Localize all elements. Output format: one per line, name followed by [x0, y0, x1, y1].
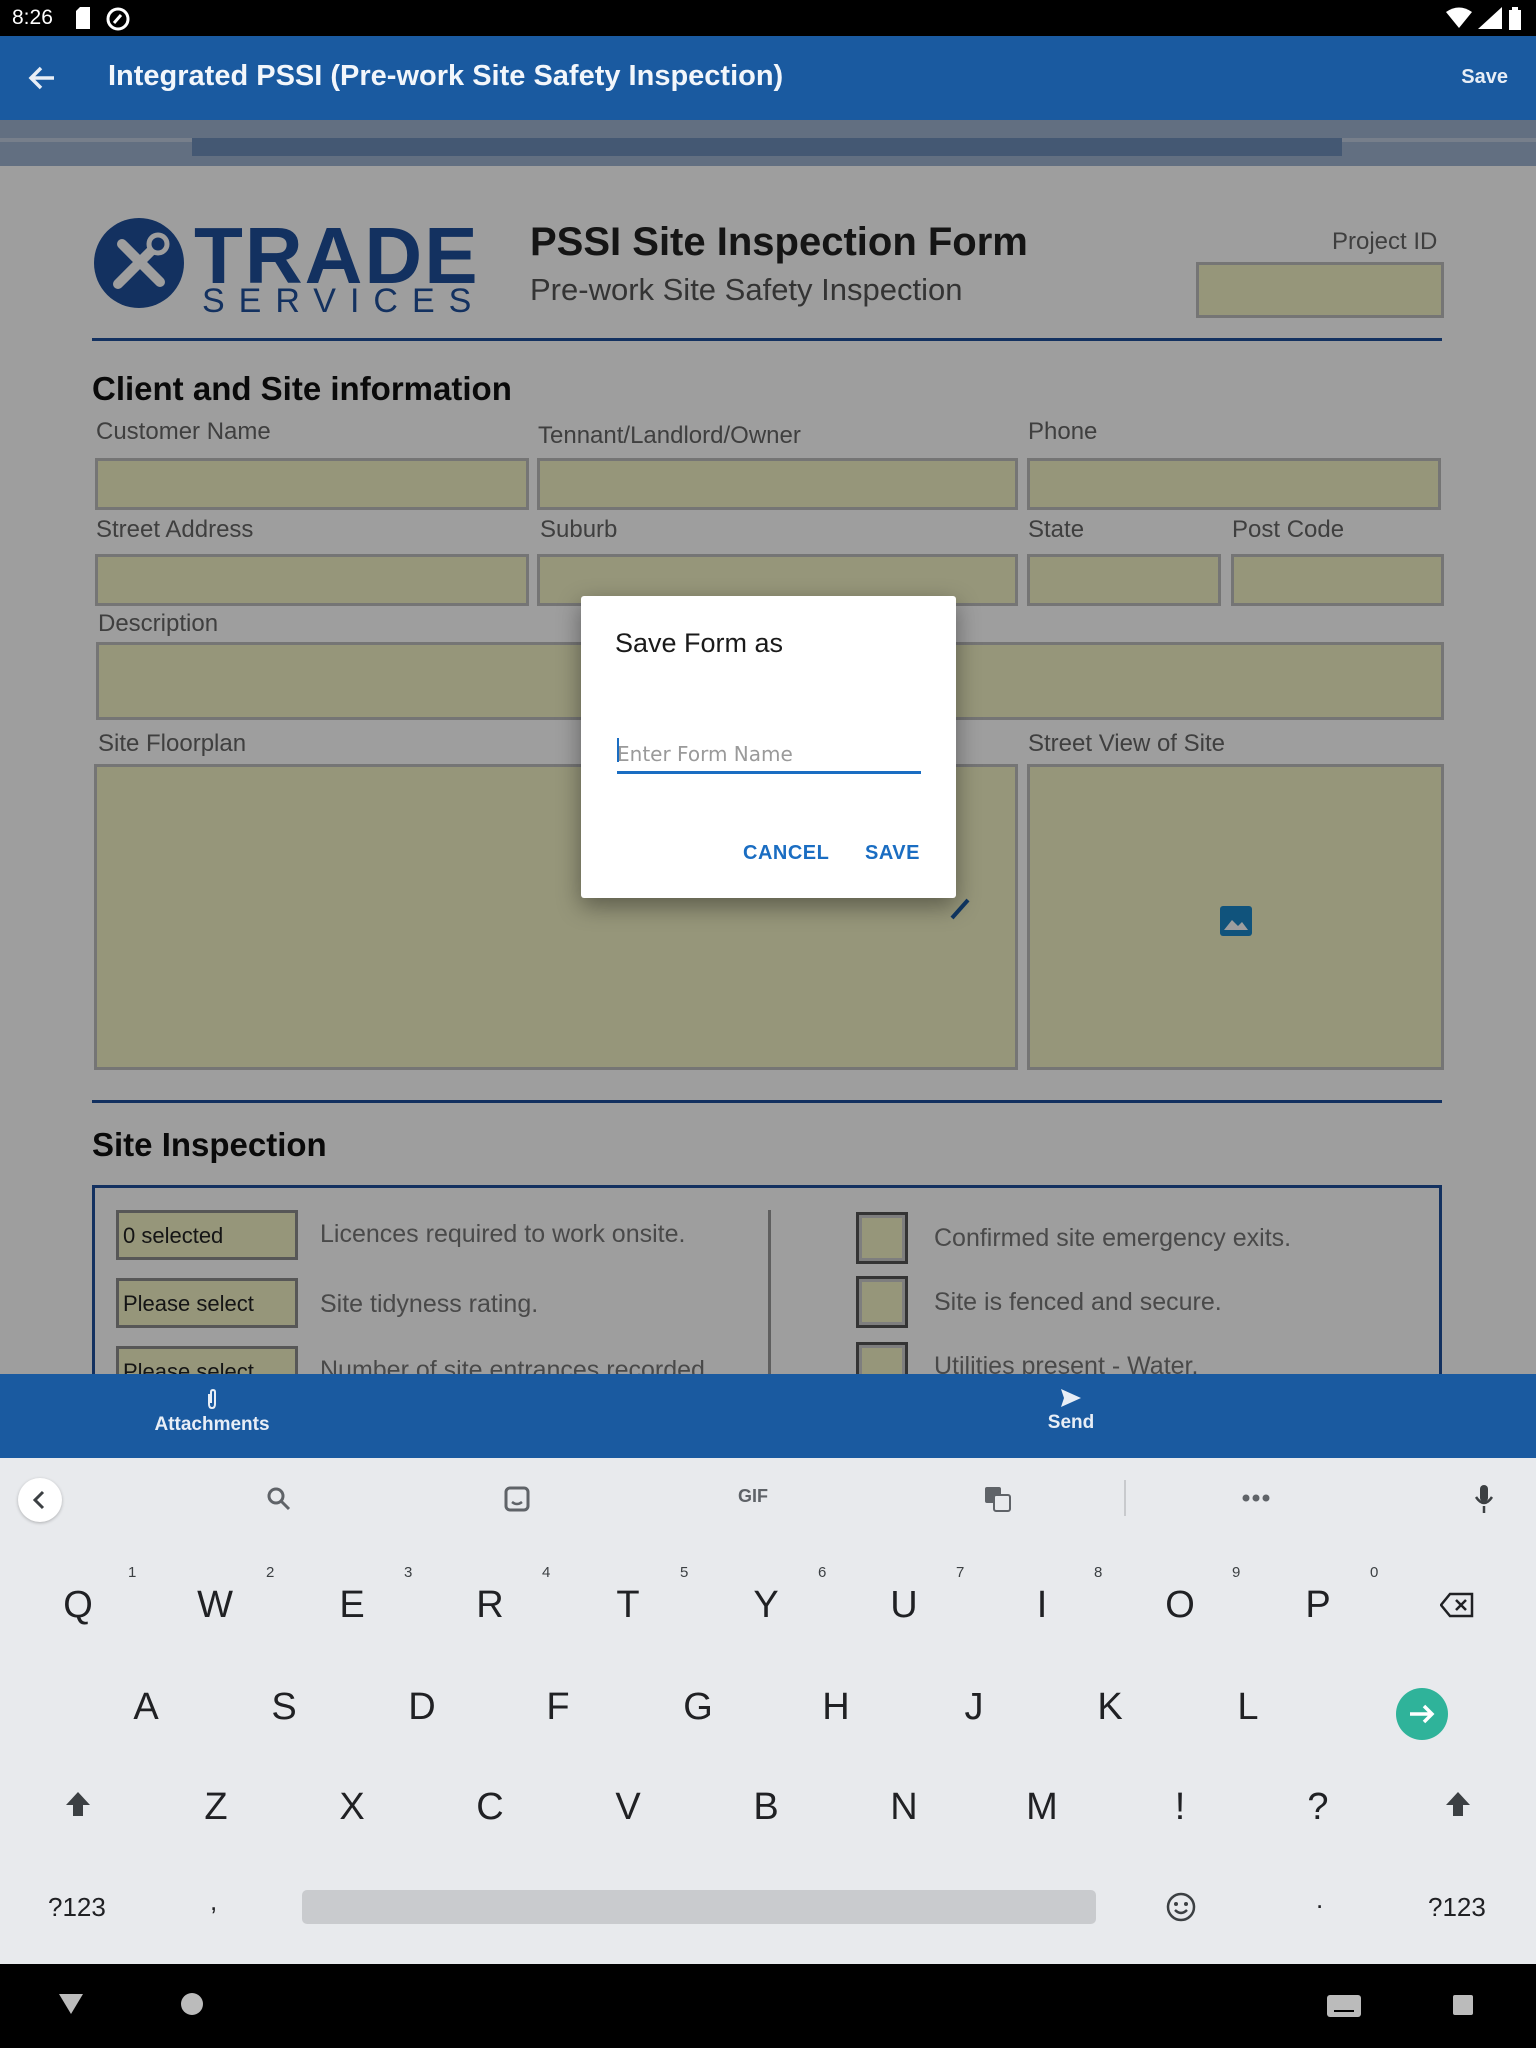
- signal-icon: [1478, 7, 1502, 29]
- sd-card-icon: [76, 7, 90, 29]
- send-button[interactable]: Send: [1040, 1388, 1102, 1434]
- attachments-button[interactable]: Attachments: [150, 1388, 274, 1436]
- key-j[interactable]: J: [934, 1686, 1014, 1729]
- key-u[interactable]: U: [864, 1584, 944, 1627]
- key-k[interactable]: K: [1070, 1686, 1150, 1729]
- key-e[interactable]: E: [312, 1584, 392, 1627]
- sync-icon: [106, 7, 130, 31]
- key-hint: 2: [266, 1564, 275, 1581]
- symbols-key[interactable]: ?123: [48, 1892, 106, 1923]
- status-bar: 8:26: [0, 0, 1536, 36]
- nav-home-icon[interactable]: [180, 1992, 204, 2016]
- nav-recents-icon[interactable]: [1452, 1994, 1474, 2016]
- key-z[interactable]: Z: [176, 1786, 256, 1829]
- backspace-icon[interactable]: [1440, 1592, 1474, 1618]
- key-a[interactable]: A: [106, 1686, 186, 1729]
- key-hint: 3: [404, 1564, 413, 1581]
- keyboard-toolbar: GIF: [0, 1458, 1536, 1540]
- form-name-input[interactable]: [617, 726, 921, 774]
- cancel-button[interactable]: CANCEL: [743, 842, 829, 865]
- key-hint: 8: [1094, 1564, 1103, 1581]
- key-n[interactable]: N: [864, 1786, 944, 1829]
- system-nav-bar: [0, 1964, 1536, 2048]
- key-d[interactable]: D: [382, 1686, 462, 1729]
- translate-icon[interactable]: [984, 1486, 1012, 1512]
- send-label: Send: [1047, 1412, 1095, 1433]
- key-y[interactable]: Y: [726, 1584, 806, 1627]
- key-v[interactable]: V: [588, 1786, 668, 1829]
- battery-icon: [1509, 7, 1521, 30]
- microphone-icon[interactable]: [1474, 1484, 1494, 1514]
- paperclip-icon: [208, 1388, 216, 1410]
- status-right-icons: [1446, 7, 1522, 31]
- dialog-title: Save Form as: [615, 628, 784, 658]
- search-icon[interactable]: [266, 1486, 292, 1512]
- period-key[interactable]: .: [1316, 1884, 1323, 1915]
- chevron-left-icon: [32, 1490, 45, 1510]
- app-bar: Integrated PSSI (Pre-work Site Safety In…: [0, 36, 1536, 120]
- key-m[interactable]: M: [1002, 1786, 1082, 1829]
- key-f[interactable]: F: [518, 1686, 598, 1729]
- shift-icon[interactable]: [64, 1790, 92, 1818]
- keyboard: Q 1 W 2 E 3 R 4 T 5 Y 6 U 7 I 8 O 9 P 0 …: [0, 1540, 1536, 1964]
- comma-key[interactable]: ,: [210, 1886, 217, 1917]
- key-hint: 6: [818, 1564, 827, 1581]
- wifi-icon: [1446, 7, 1472, 28]
- appbar-save-button[interactable]: Save: [1461, 66, 1508, 89]
- enter-key[interactable]: [1396, 1688, 1448, 1740]
- gif-button[interactable]: GIF: [738, 1486, 768, 1507]
- key-p[interactable]: P: [1278, 1584, 1358, 1627]
- nav-back-icon[interactable]: [58, 1992, 84, 2016]
- key-c[interactable]: C: [450, 1786, 530, 1829]
- sticker-icon[interactable]: [504, 1486, 530, 1512]
- keyboard-switch-icon[interactable]: [1326, 1994, 1362, 2018]
- status-time: 8:26: [12, 6, 53, 29]
- text-caret: [617, 738, 619, 762]
- key-exclamation[interactable]: !: [1140, 1786, 1220, 1829]
- key-l[interactable]: L: [1208, 1686, 1288, 1729]
- key-q[interactable]: Q: [38, 1584, 118, 1627]
- key-question[interactable]: ?: [1278, 1786, 1358, 1829]
- symbols-key[interactable]: ?123: [1428, 1892, 1486, 1923]
- shift-icon[interactable]: [1444, 1790, 1472, 1818]
- send-icon: [1061, 1389, 1081, 1407]
- key-hint: 9: [1232, 1564, 1241, 1581]
- save-form-dialog: Save Form as CANCEL SAVE: [581, 596, 956, 898]
- key-w[interactable]: W: [175, 1584, 255, 1627]
- key-hint: 4: [542, 1564, 551, 1581]
- keyboard-collapse-button[interactable]: [18, 1478, 62, 1522]
- key-r[interactable]: R: [450, 1584, 530, 1627]
- arrow-right-icon: [1410, 1704, 1435, 1724]
- toolbar-separator: [1124, 1480, 1126, 1516]
- emoji-icon[interactable]: [1166, 1892, 1196, 1922]
- page-title: Integrated PSSI (Pre-work Site Safety In…: [108, 60, 784, 92]
- key-hint: 5: [680, 1564, 689, 1581]
- key-hint: 1: [128, 1564, 137, 1581]
- key-o[interactable]: O: [1140, 1584, 1220, 1627]
- key-g[interactable]: G: [658, 1686, 738, 1729]
- key-x[interactable]: X: [312, 1786, 392, 1829]
- more-icon[interactable]: [1242, 1494, 1270, 1502]
- key-h[interactable]: H: [796, 1686, 876, 1729]
- key-hint: 0: [1370, 1564, 1379, 1581]
- key-i[interactable]: I: [1002, 1584, 1082, 1627]
- save-button[interactable]: SAVE: [865, 842, 920, 865]
- key-t[interactable]: T: [588, 1584, 668, 1627]
- space-bar[interactable]: [302, 1890, 1096, 1924]
- back-arrow-icon[interactable]: [24, 60, 60, 96]
- key-s[interactable]: S: [244, 1686, 324, 1729]
- key-hint: 7: [956, 1564, 965, 1581]
- key-b[interactable]: B: [726, 1786, 806, 1829]
- bottom-action-bar: Attachments Send: [0, 1374, 1536, 1458]
- attachments-label: Attachments: [154, 1414, 270, 1435]
